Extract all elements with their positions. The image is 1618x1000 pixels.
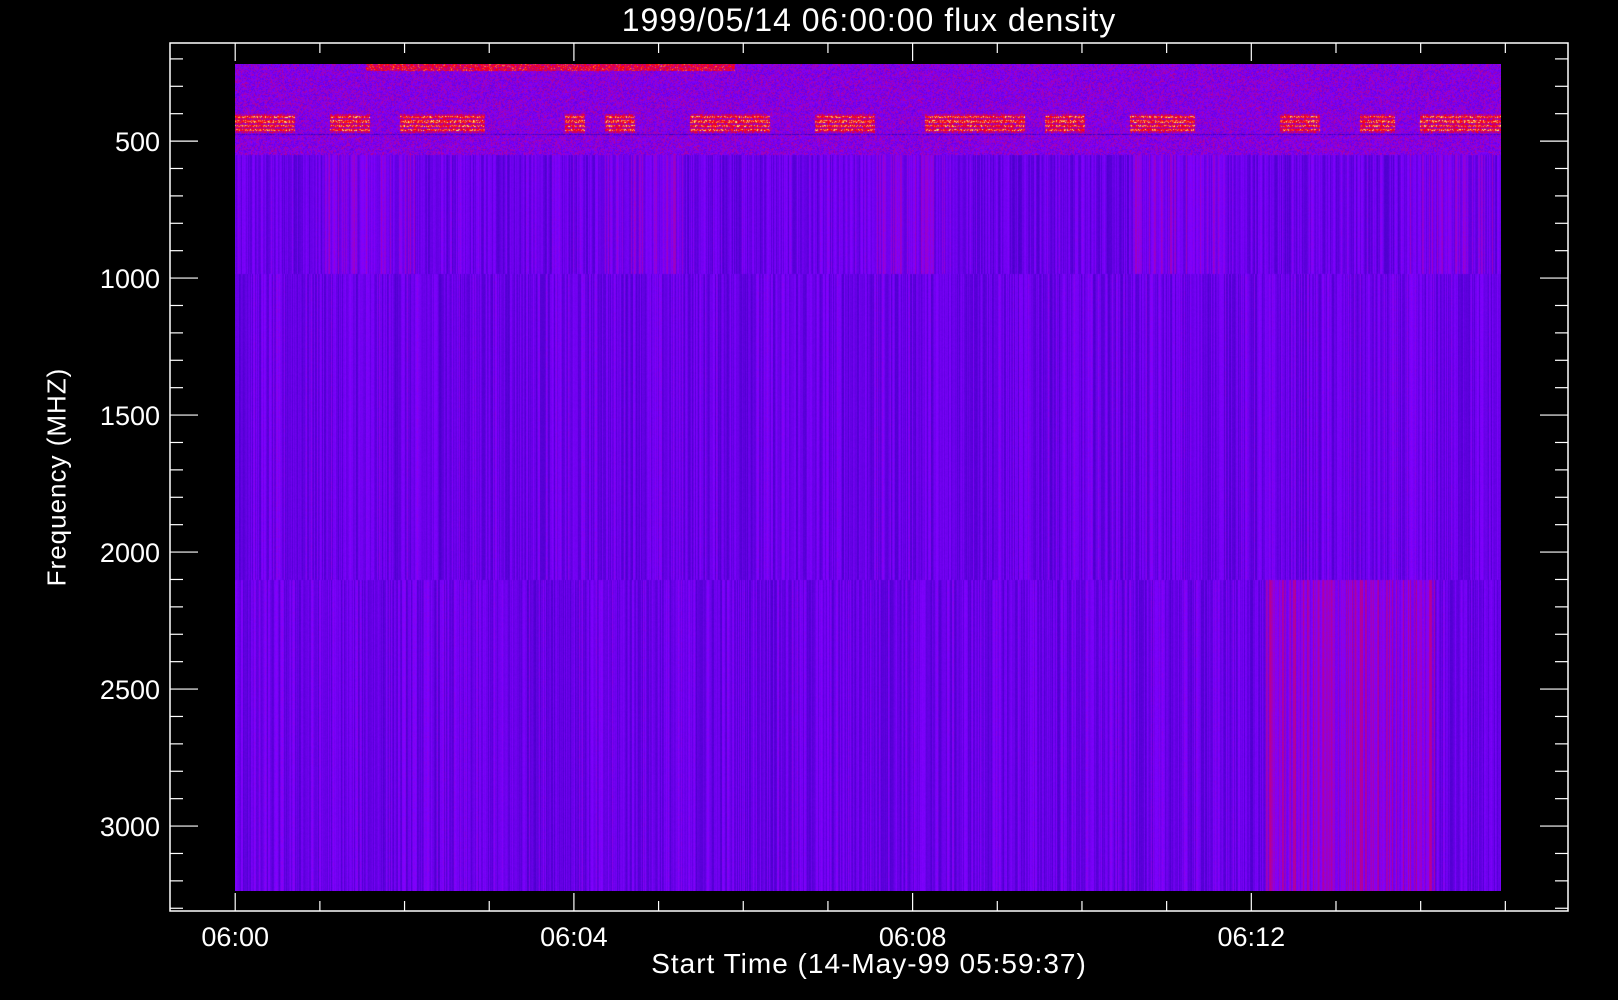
axes: 06:00 06:04 06:08 06:1250010001500200025003… [100, 42, 1569, 952]
x-axis-label: Start Time (14-May-99 05:59:37) [651, 948, 1087, 979]
y-tick-label: 1000 [100, 264, 160, 294]
y-tick-label: 2000 [100, 538, 160, 568]
y-axis-label: Frequency (MHZ) [41, 367, 72, 587]
y-tick-label: 500 [115, 127, 160, 157]
spectrogram-figure: 1999/05/14 06:00:00 flux density 06:00 06… [0, 0, 1618, 1000]
y-tick-label: 3000 [100, 812, 160, 842]
y-tick-label: 1500 [100, 401, 160, 431]
plot-frame [169, 42, 1569, 912]
y-tick-label: 2500 [100, 675, 160, 705]
